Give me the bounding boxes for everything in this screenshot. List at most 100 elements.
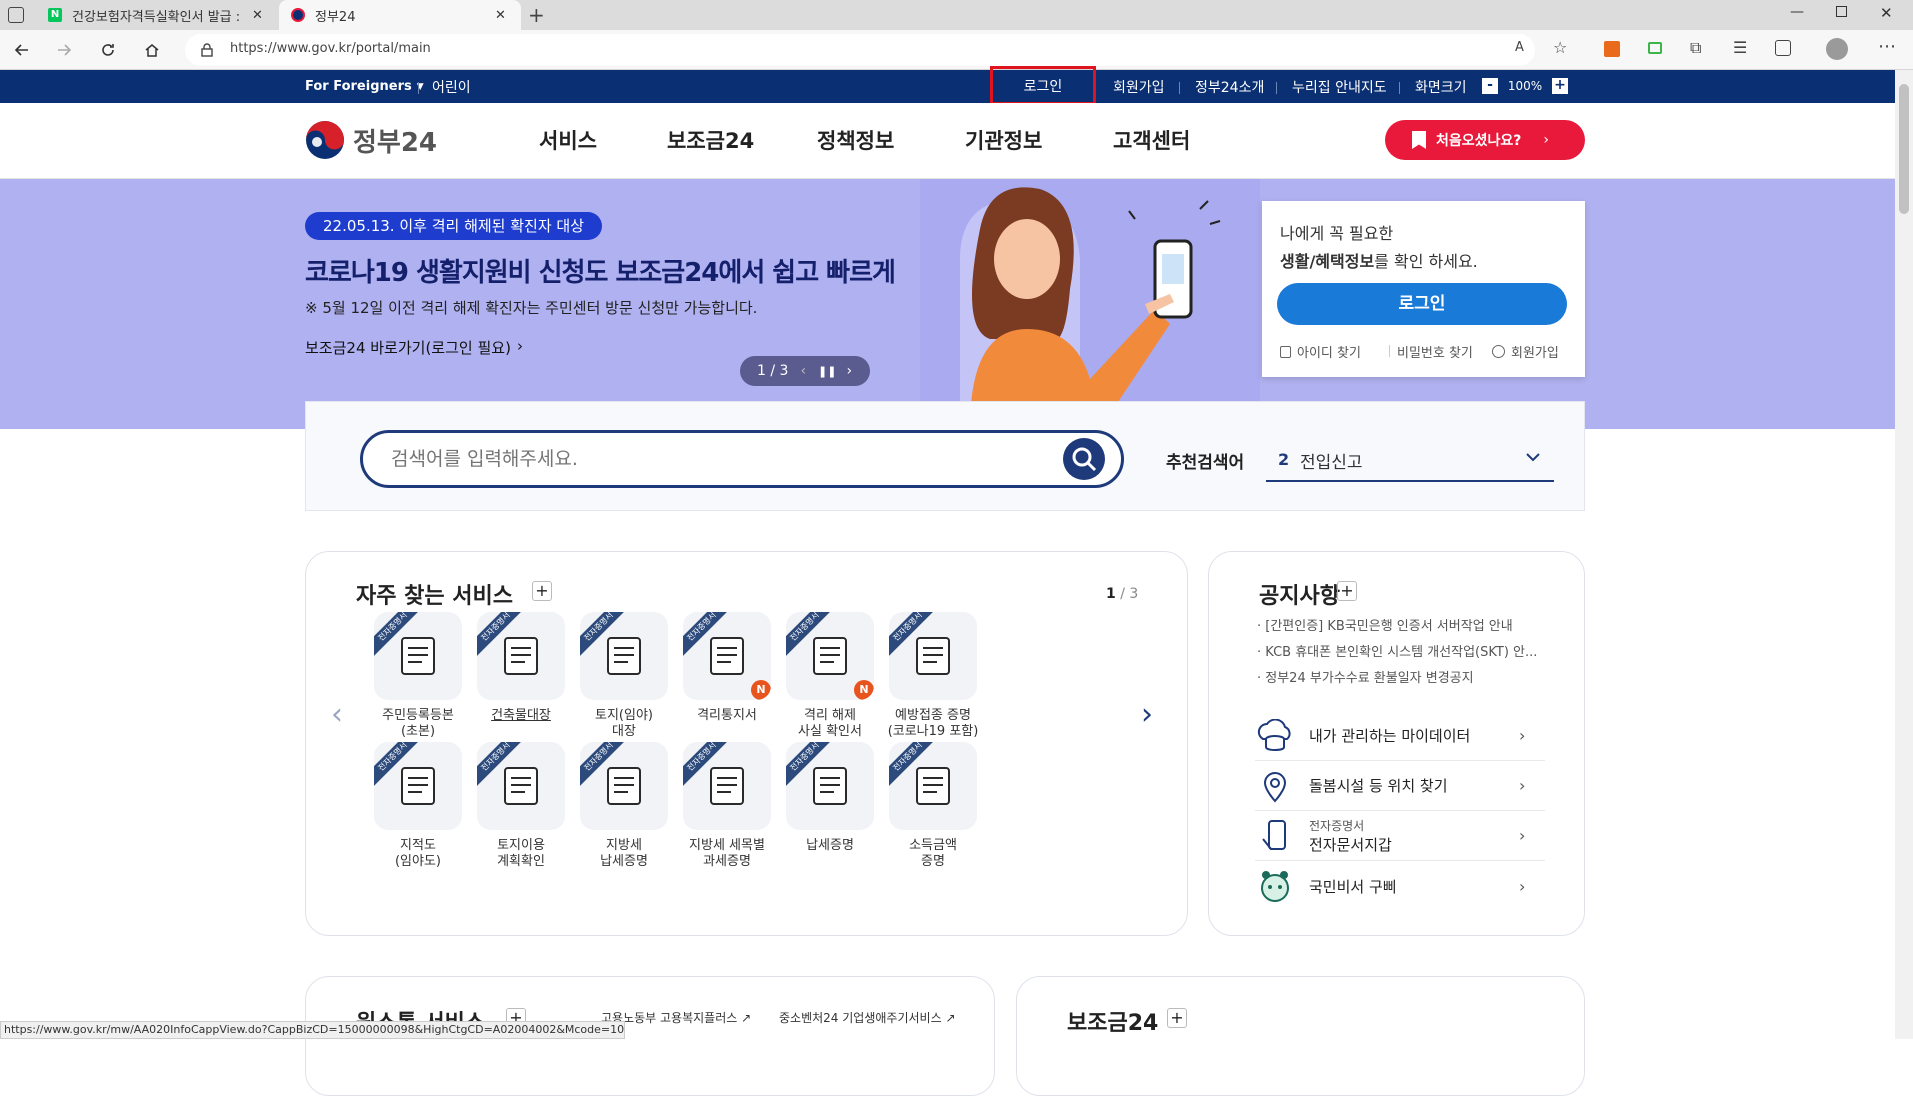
notice-item[interactable]: · [간편인증] KB국민은행 인증서 서버작업 안내 bbox=[1257, 614, 1557, 640]
favorite-star-icon[interactable]: ☆ bbox=[1553, 38, 1567, 57]
read-aloud-icon[interactable]: A bbox=[1515, 40, 1524, 55]
service-item[interactable]: 전자증명서 N 격리통지서 bbox=[677, 612, 777, 724]
minimize-icon[interactable]: — bbox=[1790, 4, 1804, 20]
recommend-dropdown[interactable]: 2 전입신고 bbox=[1266, 436, 1554, 482]
recommend-term: 전입신고 bbox=[1300, 453, 1363, 473]
favorites-icon[interactable]: ☰ bbox=[1733, 38, 1747, 57]
extension-1-icon[interactable] bbox=[1604, 41, 1620, 57]
notice-item[interactable]: · 정부24 부가수수료 환불일자 변경공지 bbox=[1257, 666, 1557, 692]
bookmark-icon bbox=[1412, 131, 1426, 149]
about-gov24-link[interactable]: 정부24소개 bbox=[1195, 70, 1264, 103]
first-visit-button[interactable]: 처음오셨나요? › bbox=[1385, 120, 1585, 160]
signup-link[interactable]: 회원가입 bbox=[1113, 70, 1165, 103]
refresh-icon[interactable] bbox=[94, 36, 122, 64]
service-item[interactable]: 전자증명서 지방세 세목별 과세증명 bbox=[677, 742, 777, 870]
gov24-logo[interactable]: 정부24 bbox=[305, 120, 437, 160]
zoom-value: 100% bbox=[1507, 79, 1543, 93]
service-item[interactable]: 전자증명서 N 격리 해제 사실 확인서 bbox=[780, 612, 880, 740]
service-item[interactable]: 전자증명서 소득금액 증명 bbox=[883, 742, 983, 870]
notice-more-icon[interactable]: + bbox=[1337, 581, 1357, 601]
lock-icon bbox=[201, 43, 213, 57]
close-window-icon[interactable]: ✕ bbox=[1880, 4, 1893, 22]
close-tab-icon[interactable]: ✕ bbox=[495, 8, 506, 23]
subsidy24-title: 보조금24 bbox=[1067, 1011, 1159, 1036]
search-input[interactable] bbox=[391, 442, 1031, 476]
id-card-icon: 전자증명서 bbox=[374, 612, 462, 700]
service-item[interactable]: 전자증명서지적도 (임야도) bbox=[368, 742, 468, 870]
subsidy24-more-icon[interactable]: + bbox=[1167, 1008, 1187, 1028]
gubbi-label: 국민비서 구삐 bbox=[1309, 877, 1397, 896]
service-label: 격리 해제 사실 확인서 bbox=[780, 708, 880, 740]
service-label: 지적도 (임야도) bbox=[368, 838, 468, 870]
document-wallet-link[interactable]: 전자증명서 전자문서지갑 › bbox=[1255, 811, 1545, 861]
profile-avatar[interactable] bbox=[1826, 38, 1848, 60]
forward-icon[interactable] bbox=[50, 36, 78, 64]
service-label-line2: (임야도) bbox=[394, 854, 442, 869]
subsidy24-panel: 보조금24 + bbox=[1016, 976, 1585, 1096]
service-label-line2: 증명 bbox=[921, 854, 945, 869]
extensions-puzzle-icon[interactable]: ⧉ bbox=[1690, 38, 1701, 58]
service-item[interactable]: 전자증명서 토지이용 계획확인 bbox=[471, 742, 571, 870]
collections-icon[interactable] bbox=[1775, 40, 1791, 56]
banner-subsidy-link[interactable]: 보조금24 바로가기(로그인 필요) › bbox=[305, 337, 523, 358]
extension-2-icon[interactable] bbox=[1648, 42, 1662, 54]
nav-customer-center[interactable]: 고객센터 bbox=[1113, 125, 1190, 155]
chevron-down-icon bbox=[1526, 453, 1540, 462]
external-link-icon: ↗ bbox=[945, 1011, 956, 1025]
quarantine-cert-icon: 전자증명서 N bbox=[786, 612, 874, 700]
for-foreigners-dropdown[interactable]: For Foreigners ▼ bbox=[305, 70, 424, 103]
logo-text: 정부24 bbox=[353, 127, 438, 158]
nav-services[interactable]: 서비스 bbox=[539, 125, 597, 155]
services-next-icon[interactable]: › bbox=[1141, 697, 1153, 732]
service-item[interactable]: 전자증명서 주민등록등본 (초본) bbox=[368, 612, 468, 740]
url-text: https://www.gov.kr/portal/main bbox=[230, 41, 431, 56]
nav-agency-info[interactable]: 기관정보 bbox=[965, 125, 1042, 155]
zoom-out-button[interactable]: - bbox=[1482, 78, 1498, 94]
pager-prev-icon[interactable]: ‹ bbox=[800, 363, 806, 379]
login-button[interactable]: 로그인 bbox=[1277, 283, 1567, 325]
zoom-in-button[interactable]: + bbox=[1552, 78, 1568, 94]
back-icon[interactable] bbox=[8, 36, 36, 64]
service-label-line2: 사실 확인서 bbox=[798, 724, 862, 739]
chevron-right-icon: › bbox=[1543, 132, 1550, 148]
notice-item[interactable]: · KCB 휴대폰 본인확인 시스템 개선작업(SKT) 안... bbox=[1257, 640, 1557, 666]
nav-subsidy24[interactable]: 보조금24 bbox=[667, 125, 754, 155]
service-item[interactable]: 전자증명서 건축물대장 bbox=[471, 612, 571, 724]
close-tab-icon[interactable]: ✕ bbox=[252, 8, 263, 23]
onestop-link-2[interactable]: 중소벤처24 기업생애주기서비스 ↗ bbox=[779, 1009, 956, 1026]
login-link[interactable]: 로그인 bbox=[990, 66, 1096, 105]
new-tab-icon[interactable]: + bbox=[528, 3, 545, 27]
address-bar[interactable]: https://www.gov.kr/portal/main bbox=[185, 34, 1535, 66]
find-password-link[interactable]: 비밀번호 찾기 bbox=[1397, 342, 1473, 361]
tab-actions-icon[interactable] bbox=[8, 7, 24, 23]
scrollbar-thumb[interactable] bbox=[1899, 84, 1909, 214]
services-more-icon[interactable]: + bbox=[532, 581, 552, 601]
login-box-signup-link[interactable]: 회원가입 bbox=[1492, 342, 1559, 361]
care-facility-link[interactable]: 돌봄시설 등 위치 찾기 › bbox=[1255, 761, 1545, 811]
service-item[interactable]: 전자증명서 지방세 납세증명 bbox=[574, 742, 674, 870]
restore-icon[interactable] bbox=[1836, 6, 1847, 17]
pager-pause-icon[interactable]: ❚❚ bbox=[818, 365, 836, 378]
more-menu-icon[interactable]: ⋯ bbox=[1878, 36, 1896, 57]
find-id-link[interactable]: 아이디 찾기 bbox=[1280, 342, 1361, 361]
gov24-favicon-icon bbox=[291, 8, 305, 22]
mydata-link[interactable]: 내가 관리하는 마이데이터 › bbox=[1255, 711, 1545, 761]
site-guide-link[interactable]: 누리집 안내지도 bbox=[1292, 70, 1387, 103]
service-item[interactable]: 전자증명서 예방접종 증명 (코로나19 포함) bbox=[883, 612, 983, 740]
services-prev-icon[interactable]: ‹ bbox=[331, 697, 343, 732]
home-icon[interactable] bbox=[138, 36, 166, 64]
search-button[interactable] bbox=[1063, 438, 1105, 480]
browser-tab-1[interactable]: N 건강보험자격득실확인서 발급 : 네 ✕ bbox=[36, 0, 276, 30]
page-scrollbar[interactable] bbox=[1895, 70, 1913, 1039]
nav-policy-info[interactable]: 정책정보 bbox=[817, 125, 894, 155]
service-item[interactable]: 전자증명서 토지(임야) 대장 bbox=[574, 612, 674, 740]
gubbi-link[interactable]: 국민비서 구삐 › bbox=[1255, 861, 1545, 911]
service-label: 지방세 세목별 과세증명 bbox=[677, 838, 777, 870]
service-item[interactable]: 전자증명서 납세증명 bbox=[780, 742, 880, 854]
browser-tab-2[interactable]: 정부24 ✕ bbox=[279, 0, 521, 30]
cadastral-map-icon: 전자증명서 bbox=[374, 742, 462, 830]
tax-coins-icon: 전자증명서 bbox=[786, 742, 874, 830]
pager-next-icon[interactable]: › bbox=[846, 363, 852, 379]
divider bbox=[1276, 82, 1277, 94]
kids-link[interactable]: 어린이 bbox=[432, 70, 471, 103]
